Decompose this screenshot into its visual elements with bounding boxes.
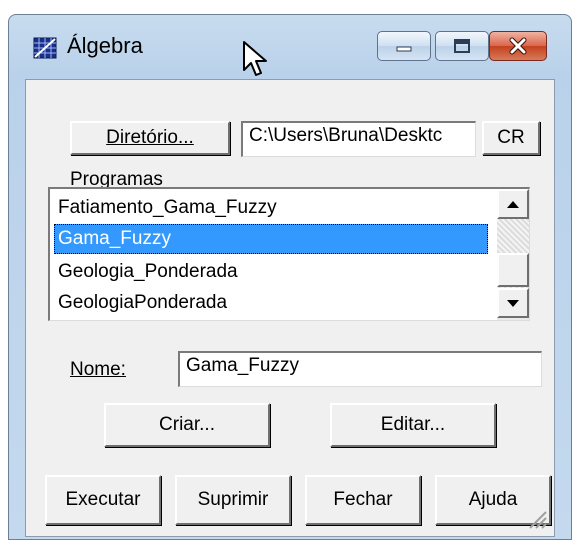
- directory-path-value: C:\Users\Bruna\Desktc: [249, 125, 443, 146]
- edit-button[interactable]: Editar...: [330, 403, 496, 447]
- directory-path-field[interactable]: C:\Users\Bruna\Desktc: [241, 121, 476, 157]
- cr-button[interactable]: CR: [482, 121, 540, 155]
- list-scrollbar[interactable]: [497, 189, 529, 320]
- directory-button[interactable]: Diretório...: [70, 121, 230, 155]
- arrow-up-icon: [507, 200, 519, 208]
- list-item-label: Gama_Fuzzy: [58, 228, 171, 249]
- list-item[interactable]: Fatiamento_Gama_Fuzzy: [54, 193, 488, 223]
- resize-grip-icon[interactable]: [526, 508, 548, 530]
- name-input-value: Gama_Fuzzy: [186, 355, 299, 376]
- app-grid-icon: [33, 37, 57, 59]
- name-label: Nome:: [70, 359, 126, 380]
- close-button[interactable]: [489, 31, 547, 61]
- execute-button[interactable]: Executar: [45, 475, 161, 525]
- list-item[interactable]: Geologia_Ponderada: [54, 257, 488, 287]
- name-input[interactable]: Gama_Fuzzy: [178, 351, 542, 387]
- delete-button[interactable]: Suprimir: [175, 475, 291, 525]
- window-title: Álgebra: [67, 33, 143, 58]
- directory-button-label: Diretório...: [106, 127, 194, 148]
- cr-button-label: CR: [497, 127, 525, 148]
- list-item-label: GeologiaPonderada: [58, 292, 228, 313]
- title-bar[interactable]: Álgebra: [9, 15, 571, 75]
- list-item-label: Fatiamento_Gama_Fuzzy: [58, 197, 277, 218]
- close-dialog-button[interactable]: Fechar: [305, 475, 421, 525]
- help-button-label: Ajuda: [468, 489, 518, 510]
- programs-list[interactable]: Fatiamento_Gama_Fuzzy Gama_Fuzzy Geologi…: [48, 187, 530, 321]
- edit-button-label: Editar...: [380, 414, 446, 435]
- mouse-cursor-icon: [243, 41, 267, 76]
- list-item-selected[interactable]: Gama_Fuzzy: [54, 224, 488, 254]
- scroll-thumb[interactable]: [497, 253, 529, 287]
- create-button[interactable]: Criar...: [104, 403, 270, 447]
- list-item[interactable]: GeologiaPonderada: [54, 288, 488, 318]
- scroll-up-button[interactable]: [497, 189, 529, 219]
- minimize-button[interactable]: [377, 31, 431, 61]
- execute-button-label: Executar: [65, 489, 141, 510]
- list-item-label: Geologia_Ponderada: [58, 261, 238, 282]
- close-dialog-button-label: Fechar: [333, 489, 393, 510]
- scroll-down-button[interactable]: [497, 288, 529, 318]
- close-icon: [509, 37, 527, 55]
- minimize-icon: [396, 46, 412, 52]
- arrow-down-icon: [507, 299, 519, 307]
- delete-button-label: Suprimir: [197, 489, 269, 510]
- maximize-icon: [454, 39, 470, 53]
- create-button-label: Criar...: [159, 414, 215, 435]
- maximize-button[interactable]: [435, 31, 489, 61]
